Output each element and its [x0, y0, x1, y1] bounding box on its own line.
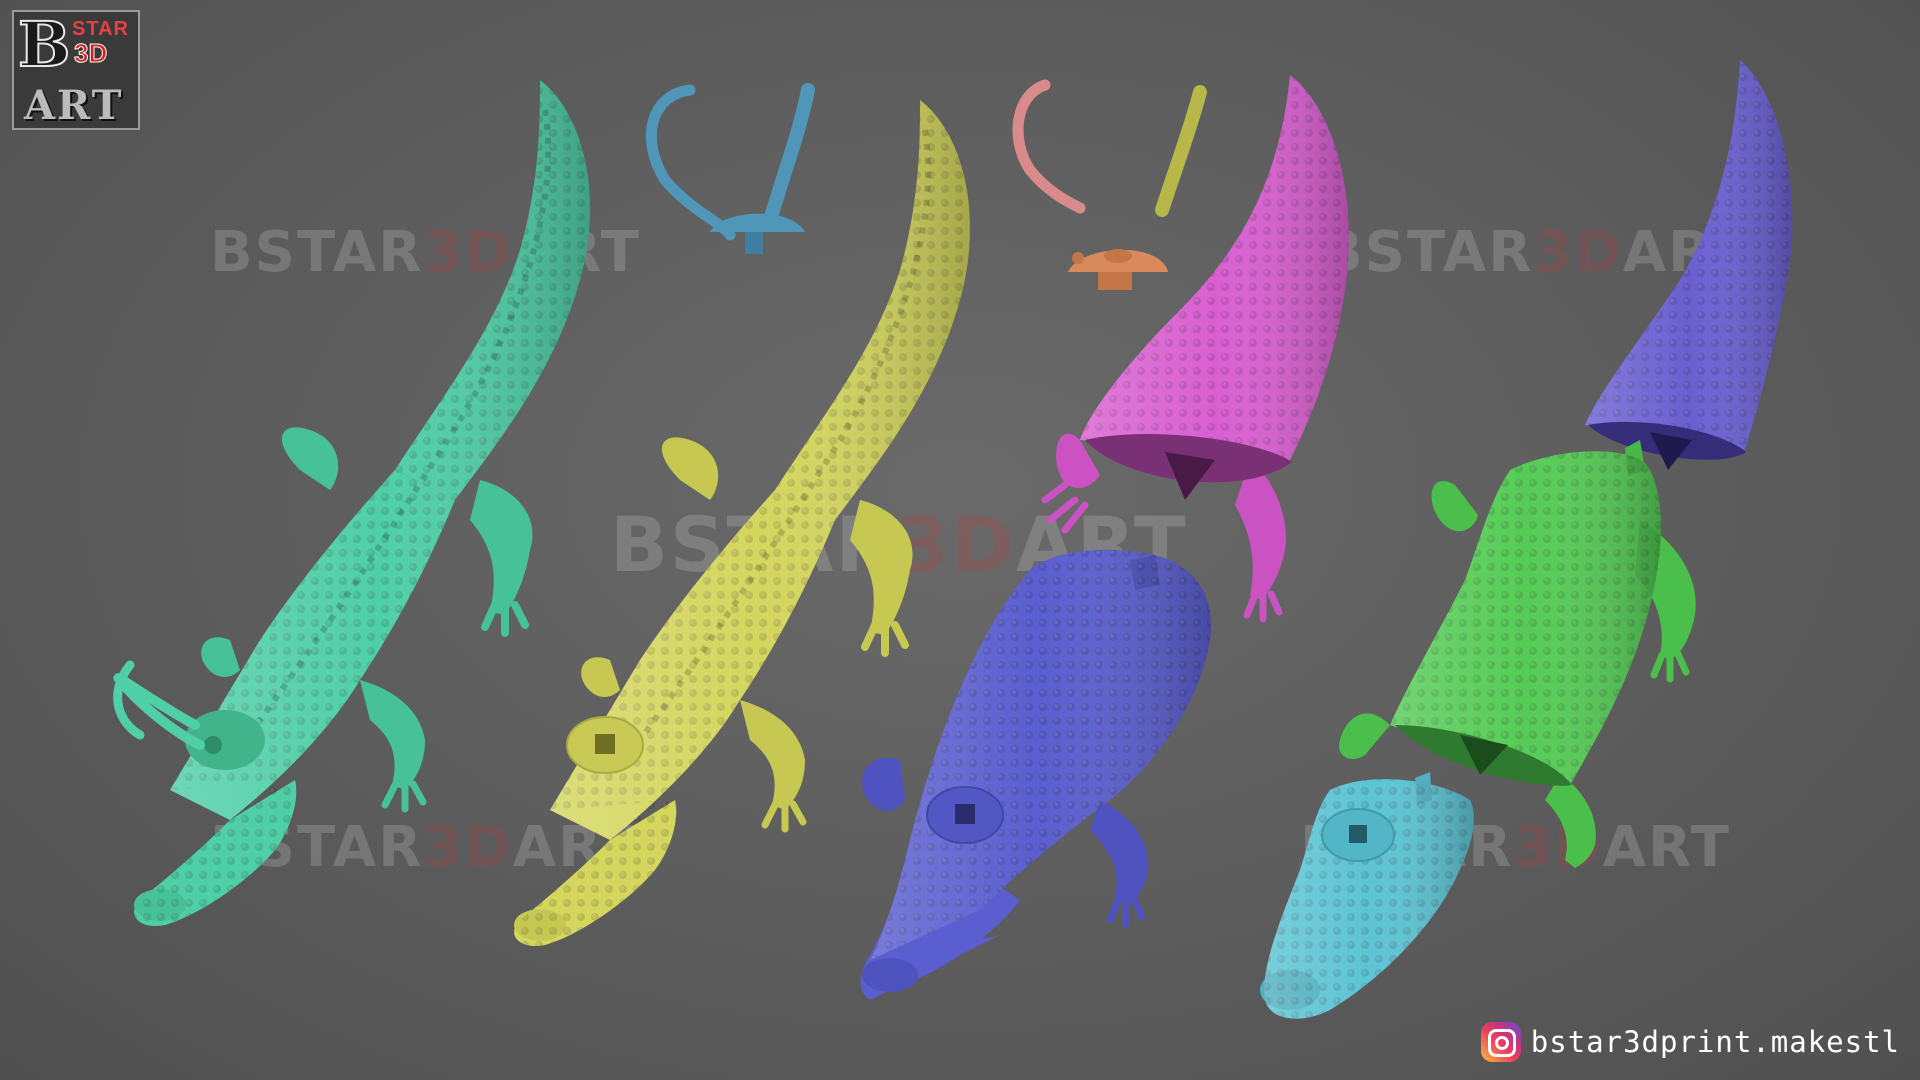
alligator-scene — [113, 60, 1793, 1019]
helmet-cap-orange — [1068, 249, 1168, 290]
split-alligator-front — [860, 549, 1211, 1000]
render-viewport: BSTAR3DART BSTAR3DART BSTAR3DART BSTAR3D… — [0, 0, 1920, 1080]
instagram-icon — [1480, 1022, 1521, 1062]
split-alligator-tail — [1041, 75, 1349, 623]
exploded-alligator-head — [1260, 772, 1475, 1019]
horn-right-olive — [1155, 85, 1207, 217]
assembled-alligator — [113, 80, 591, 926]
instagram-handle: bstar3dprint.makestl — [1530, 1025, 1900, 1059]
exploded-alligator-tail — [1585, 60, 1793, 470]
bstar3dart-logo: B STAR 3D ART — [12, 7, 140, 130]
horn-set-blue — [645, 83, 815, 254]
social-handle-badge: bstar3dprint.makestl — [1480, 1022, 1900, 1062]
horn-left-pink — [1012, 79, 1086, 214]
